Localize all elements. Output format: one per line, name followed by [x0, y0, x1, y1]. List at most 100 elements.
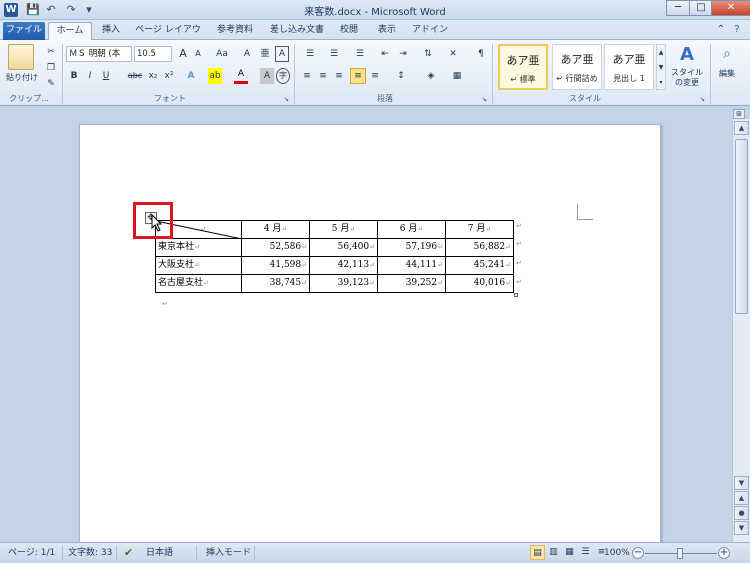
zoom-out-icon[interactable]: −	[632, 547, 644, 559]
highlight-button[interactable]: ab	[208, 68, 222, 84]
numbering-icon[interactable]: ☰	[324, 46, 344, 62]
tab-file[interactable]: ファイル	[3, 22, 45, 40]
minimize-ribbon-icon[interactable]: ⌃	[714, 22, 728, 40]
proofing-icon[interactable]: ✔	[124, 546, 133, 560]
font-dialog-launcher-icon[interactable]: ↘	[284, 96, 290, 103]
row-label-cell[interactable]: 名古屋支社↵	[155, 274, 242, 293]
help-icon[interactable]: ?	[730, 22, 744, 40]
web-layout-view-icon[interactable]: ▦	[562, 545, 577, 560]
table-header-cell[interactable]: 7 月↵	[445, 220, 514, 239]
align-left-icon[interactable]: ≡	[300, 68, 314, 84]
font-color-button[interactable]: A	[234, 68, 248, 84]
superscript-button[interactable]: x²	[162, 68, 176, 84]
next-page-icon[interactable]: ▼	[734, 521, 749, 535]
scroll-down-icon[interactable]: ▼	[734, 476, 749, 490]
bullets-icon[interactable]: ☰	[300, 46, 320, 62]
tab-addins[interactable]: アドイン	[410, 22, 450, 40]
browse-object-icon[interactable]: ●	[734, 506, 749, 520]
change-styles-button[interactable]: スタイルの変更	[668, 68, 706, 88]
tab-review[interactable]: 校閲	[334, 22, 364, 40]
tab-page-layout[interactable]: ページ レイアウト	[132, 22, 204, 51]
maximize-button[interactable]: □	[689, 0, 713, 16]
asian-layout-icon[interactable]: ✕	[446, 46, 460, 62]
tab-mailings[interactable]: 差し込み文書	[266, 22, 328, 40]
table-cell[interactable]: 38,745↵	[241, 274, 310, 293]
phonetic-guide-button[interactable]: 亜	[258, 46, 272, 62]
row-label-cell[interactable]: 大阪支社↵	[155, 256, 242, 275]
tab-references[interactable]: 参考資料	[210, 22, 260, 40]
minimize-button[interactable]: ─	[666, 0, 690, 16]
justify-icon[interactable]: ≡	[350, 68, 366, 84]
borders-icon[interactable]: ▦	[448, 68, 466, 84]
close-button[interactable]: ✕	[711, 0, 750, 16]
outline-view-icon[interactable]: ☰	[578, 545, 593, 560]
zoom-in-icon[interactable]: +	[718, 547, 730, 559]
show-marks-icon[interactable]: ¶	[474, 46, 488, 62]
table-cell[interactable]: 57,196↵	[377, 238, 446, 257]
find-icon[interactable]: ⌕	[716, 46, 738, 64]
full-screen-reading-view-icon[interactable]: ▥	[546, 545, 561, 560]
change-case-button[interactable]: Aa	[212, 46, 232, 62]
style-heading-1[interactable]: あア亜 見出し 1	[604, 44, 654, 90]
text-effect-button[interactable]: A	[184, 68, 198, 84]
insert-mode[interactable]: 挿入モード	[206, 546, 251, 560]
table-header-cell[interactable]: 4 月↵	[241, 220, 310, 239]
save-icon[interactable]: 💾	[26, 3, 40, 17]
table-cell[interactable]: 45,241↵	[445, 256, 514, 275]
strikethrough-button[interactable]: abc	[126, 68, 144, 84]
font-size-dropdown[interactable]: 10.5	[134, 46, 172, 62]
sort-icon[interactable]: ⇅	[418, 46, 438, 62]
char-shading-button[interactable]: A	[260, 68, 274, 84]
table-cell[interactable]: 40,016↵	[445, 274, 514, 293]
table-cell[interactable]: 52,586↵	[241, 238, 310, 257]
previous-page-icon[interactable]: ▲	[734, 491, 749, 505]
cut-icon[interactable]: ✂	[44, 44, 58, 60]
table-cell[interactable]: 41,598↵	[241, 256, 310, 275]
copy-icon[interactable]: ❐	[44, 60, 58, 76]
table-cell[interactable]: 44,111↵	[377, 256, 446, 275]
table-cell[interactable]: 42,113↵	[309, 256, 378, 275]
font-name-dropdown[interactable]: ＭＳ 明朝 (本	[66, 46, 132, 62]
customize-icon[interactable]: ▾	[82, 3, 96, 17]
distribute-icon[interactable]: ≡	[368, 68, 382, 84]
word-app-icon[interactable]: W	[4, 3, 18, 17]
zoom-slider-thumb[interactable]	[677, 548, 683, 559]
align-center-icon[interactable]: ≡	[316, 68, 330, 84]
grow-font-button[interactable]: A	[176, 46, 190, 62]
italic-button[interactable]: I	[84, 68, 96, 84]
decrease-indent-icon[interactable]: ⇤	[378, 46, 392, 62]
editing-button[interactable]: 編集	[712, 68, 742, 79]
bold-button[interactable]: B	[68, 68, 80, 84]
styles-scroll[interactable]: ▲ ▼ ▾	[656, 44, 666, 90]
align-right-icon[interactable]: ≡	[332, 68, 346, 84]
shading-icon[interactable]: ◈	[422, 68, 440, 84]
change-styles-icon[interactable]: A	[676, 44, 698, 65]
table-header-cell[interactable]: 6 月↵	[377, 220, 446, 239]
redo-icon[interactable]: ↷	[64, 3, 78, 17]
data-table[interactable]: ↵ 4 月↵ 5 月↵ 6 月↵ 7 月↵ 東京本社↵ 52,586↵ 56,4…	[155, 220, 514, 293]
underline-button[interactable]: U	[100, 68, 112, 84]
scroll-up-icon[interactable]: ▲	[734, 121, 749, 135]
multilevel-list-icon[interactable]: ☰	[350, 46, 370, 62]
enclosed-char-button[interactable]: 字	[276, 68, 290, 84]
ruler-toggle-icon[interactable]: ⊞	[733, 109, 745, 119]
paste-icon[interactable]	[8, 44, 34, 70]
styles-dialog-launcher-icon[interactable]: ↘	[700, 96, 706, 103]
zoom-level[interactable]: 100%	[604, 546, 630, 560]
paste-button[interactable]: 貼り付け	[2, 70, 42, 86]
subscript-button[interactable]: x₂	[146, 68, 160, 84]
page-count[interactable]: ページ: 1/1	[8, 546, 55, 560]
language-indicator[interactable]: 日本語	[146, 546, 173, 560]
document-page[interactable]	[79, 124, 661, 542]
increase-indent-icon[interactable]: ⇥	[396, 46, 410, 62]
tab-insert[interactable]: 挿入	[96, 22, 126, 40]
style-normal[interactable]: あア亜 ↵ 標準	[498, 44, 548, 90]
vertical-scrollbar[interactable]: ▲ ▼ ▲ ● ▼	[732, 119, 750, 542]
clear-format-button[interactable]: A	[240, 46, 254, 62]
document-area[interactable]	[0, 119, 732, 542]
table-cell[interactable]: 56,400↵	[309, 238, 378, 257]
table-header-cell[interactable]: 5 月↵	[309, 220, 378, 239]
print-layout-view-icon[interactable]: ▤	[530, 545, 545, 560]
table-cell[interactable]: 39,123↵	[309, 274, 378, 293]
format-painter-icon[interactable]: ✎	[44, 76, 58, 92]
